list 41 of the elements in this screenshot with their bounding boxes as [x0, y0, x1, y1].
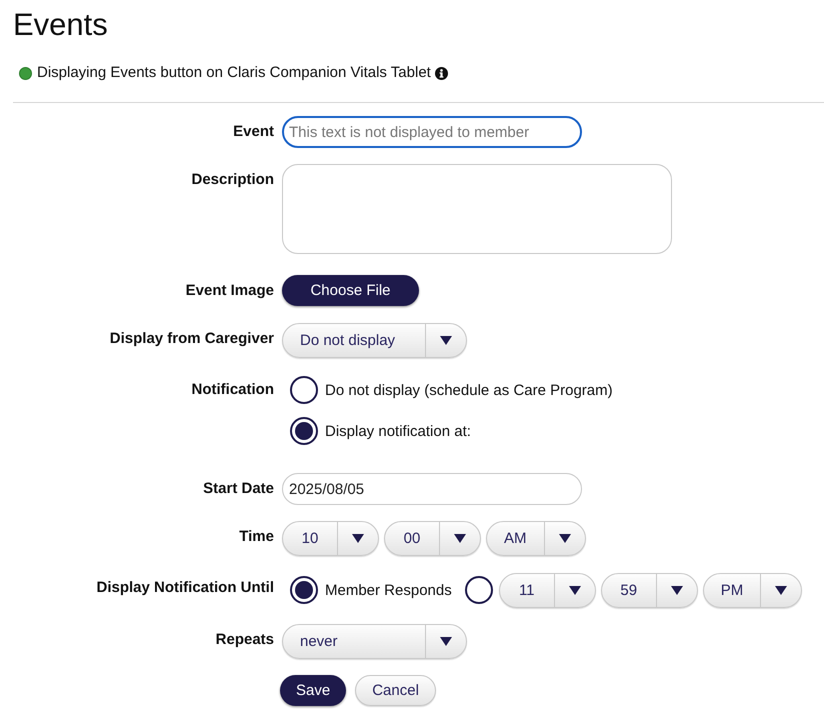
field-label: Time	[239, 527, 274, 547]
caret-icon	[568, 586, 581, 594]
choose-file-button[interactable]: Choose File	[282, 275, 419, 306]
select-dropdown[interactable]: never	[282, 624, 467, 659]
radio-label[interactable]: Do not display (schedule as Care Program)	[325, 382, 613, 398]
radio-label[interactable]: Member Responds	[325, 582, 452, 598]
save-button[interactable]: Save	[280, 675, 346, 706]
caret-icon	[670, 586, 683, 594]
field-label: Description	[191, 170, 274, 190]
caret-icon	[558, 534, 570, 543]
radio-button[interactable]	[290, 376, 318, 404]
radio-button[interactable]	[464, 576, 493, 604]
info-icon[interactable]	[434, 66, 448, 80]
select-dropdown[interactable]: Do not display	[282, 323, 467, 358]
select-dropdown[interactable]: AM	[486, 521, 586, 556]
field-label: Start Date	[203, 479, 274, 499]
select-dropdown[interactable]: 10	[282, 521, 379, 556]
caret-icon	[440, 637, 452, 646]
select-dropdown[interactable]: PM	[702, 572, 802, 608]
caret-icon	[352, 534, 364, 543]
caret-icon	[440, 336, 452, 345]
caret-icon	[775, 586, 788, 594]
page-title: Events	[13, 7, 109, 43]
field-label: Notification	[192, 380, 274, 400]
cancel-button[interactable]: Cancel	[355, 675, 436, 706]
text-input[interactable]: 2025/08/05	[282, 473, 582, 505]
field-label: Display Notification Until	[96, 578, 274, 598]
description-field[interactable]	[282, 164, 672, 254]
radio-button[interactable]	[290, 417, 318, 445]
select-dropdown[interactable]: 59	[600, 572, 698, 608]
text-input[interactable]: This text is not displayed to member	[282, 116, 582, 148]
select-dropdown[interactable]: 11	[498, 572, 596, 608]
field-label: Repeats	[216, 630, 274, 650]
caret-icon	[454, 534, 466, 543]
field-label: Display from Caregiver	[110, 329, 274, 349]
field-label: Event Image	[186, 281, 274, 301]
radio-label[interactable]: Display notification at:	[325, 422, 471, 440]
select-dropdown[interactable]: 00	[384, 521, 481, 556]
status-text: Displaying Events button on Claris Companion Vitals Tablet	[37, 63, 431, 83]
radio-button[interactable]	[290, 576, 318, 604]
field-label: Event	[233, 122, 274, 142]
